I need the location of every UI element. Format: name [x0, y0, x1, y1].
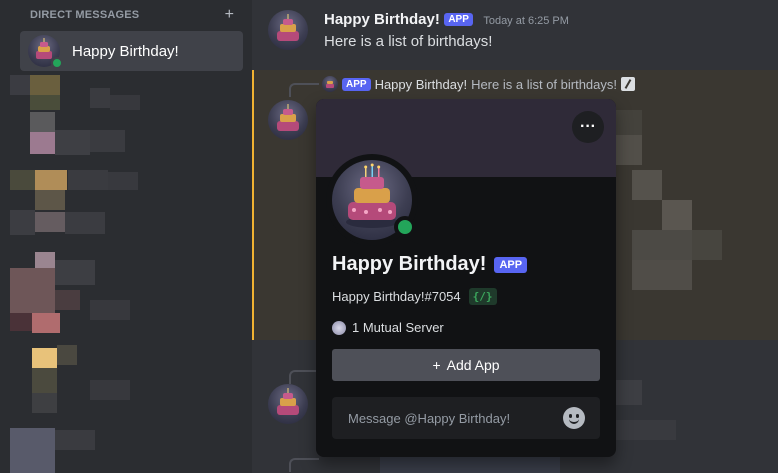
mutual-servers[interactable]: 1 Mutual Server — [332, 320, 444, 335]
dm-section-label: DIRECT MESSAGES — [30, 9, 140, 21]
reply-spine — [289, 458, 319, 472]
add-app-button[interactable]: + Add App — [332, 349, 600, 381]
profile-display-name: Happy Birthday! — [332, 253, 487, 275]
reply-spine — [289, 370, 319, 384]
profile-username-tag: Happy Birthday!#7054 — [332, 289, 461, 304]
reply-text: Here is a list of birthdays! — [471, 76, 618, 92]
message-user-input[interactable] — [332, 397, 600, 439]
mutual-servers-label: 1 Mutual Server — [352, 320, 444, 335]
message-text: Here is a list of birthdays! — [324, 33, 493, 50]
slash-command-icon — [621, 77, 636, 91]
app-badge: APP — [494, 256, 528, 273]
more-options-button[interactable]: ··· — [572, 111, 604, 143]
dm-section-header: DIRECT MESSAGES + — [30, 7, 234, 23]
slash-commands-badge[interactable]: {/} — [468, 288, 497, 305]
online-status-dot — [394, 216, 416, 238]
message-group — [268, 384, 308, 424]
app-badge: APP — [444, 13, 473, 26]
message-content: Happy Birthday! APP Today at 6:25 PM Her… — [324, 11, 569, 50]
message-group — [268, 100, 308, 140]
reply-spine — [289, 83, 319, 97]
reply-author[interactable]: Happy Birthday! — [375, 77, 468, 92]
add-app-label: Add App — [446, 357, 500, 373]
avatar[interactable] — [268, 100, 308, 140]
emoji-icon[interactable] — [563, 407, 585, 429]
dm-item-label: Happy Birthday! — [72, 42, 179, 60]
app-badge: APP — [342, 77, 371, 91]
profile-avatar-frame — [326, 154, 418, 246]
message-group — [268, 10, 308, 50]
dm-sidebar: DIRECT MESSAGES + Happy Birthday! — [0, 0, 252, 473]
online-status-dot — [51, 57, 63, 69]
reply-preview[interactable]: APP Happy Birthday! Here is a list of bi… — [322, 75, 636, 93]
avatar[interactable] — [268, 10, 308, 50]
dm-item-happy-birthday[interactable]: Happy Birthday! — [20, 31, 243, 71]
profile-tag-row: Happy Birthday!#7054 {/} — [332, 288, 497, 305]
message-author[interactable]: Happy Birthday! — [324, 11, 440, 28]
avatar[interactable] — [268, 384, 308, 424]
message-timestamp: Today at 6:25 PM — [483, 15, 569, 27]
plus-icon: + — [432, 357, 441, 373]
server-icon — [332, 320, 346, 335]
plus-icon[interactable]: + — [225, 7, 234, 23]
profile-popout: ··· Happy Birthday! APP Happy Birthday!#… — [316, 99, 616, 457]
profile-avatar[interactable] — [332, 160, 416, 240]
avatar — [28, 35, 63, 69]
profile-name-row: Happy Birthday! APP — [332, 253, 528, 276]
avatar — [322, 76, 338, 92]
